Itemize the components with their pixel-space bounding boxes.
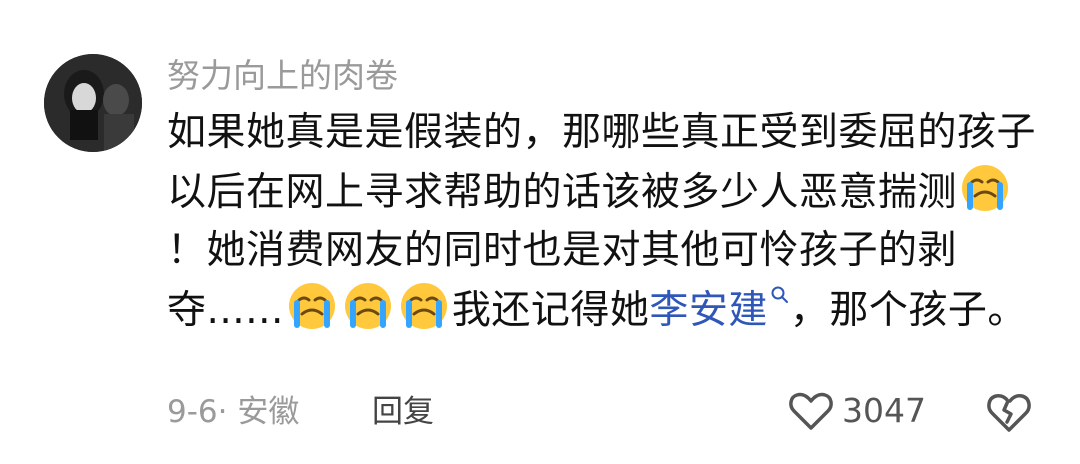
user-avatar[interactable] — [44, 54, 142, 152]
comment-username[interactable]: 努力向上的肉卷 — [167, 52, 398, 100]
comment-text-part-3: 我还记得她 — [451, 287, 650, 333]
crying-face-emoji-icon — [400, 282, 447, 329]
crying-face-emoji-icon — [344, 282, 391, 329]
reply-button[interactable]: 回复 — [372, 390, 434, 434]
search-icon[interactable] — [770, 285, 790, 305]
like-button[interactable]: 3047 — [788, 389, 926, 433]
comment-text-part-4: ，那个孩子。 — [789, 287, 1027, 333]
broken-heart-icon[interactable] — [986, 390, 1032, 434]
crying-face-emoji-icon — [962, 164, 1009, 211]
mention-link[interactable]: 李安建 — [649, 288, 768, 333]
comment-text-part-1: 如果她真是是假装的，那哪些真正受到委屈的孩子以后在网上寻求帮助的话该被多少人恶意… — [167, 110, 1037, 215]
crying-face-emoji-icon — [288, 282, 335, 329]
comment-date-location: 9-6· 安徽 — [167, 394, 300, 430]
comment-text: 如果她真是是假装的，那哪些真正受到委屈的孩子以后在网上寻求帮助的话该被多少人恶意… — [167, 104, 1047, 340]
heart-outline-icon — [789, 392, 833, 430]
like-count: 3047 — [842, 391, 926, 430]
avatar-image — [44, 54, 142, 152]
